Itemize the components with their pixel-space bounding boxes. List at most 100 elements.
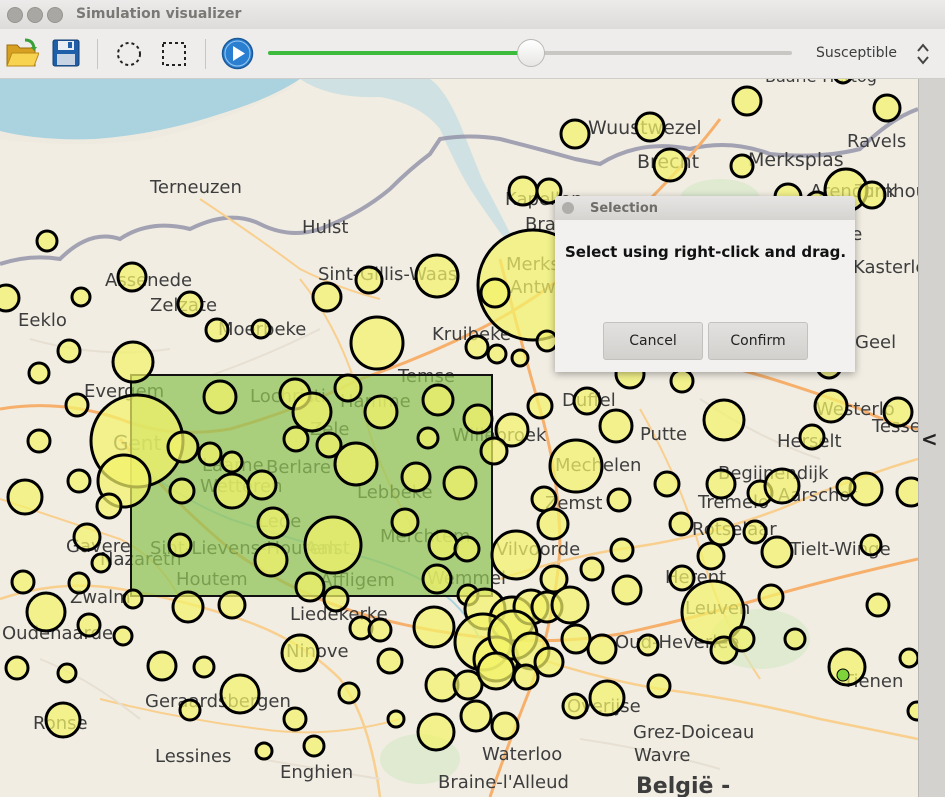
population-circle[interactable] <box>706 517 736 547</box>
confirm-button[interactable]: Confirm <box>708 322 808 360</box>
population-circle[interactable] <box>798 423 826 451</box>
population-circle[interactable] <box>609 537 635 563</box>
population-circle[interactable] <box>490 711 520 741</box>
population-circle[interactable] <box>333 441 379 487</box>
population-circle[interactable] <box>349 315 405 371</box>
population-circle[interactable] <box>530 485 558 513</box>
population-circle[interactable] <box>400 461 432 493</box>
population-circle[interactable] <box>898 647 918 669</box>
state-select[interactable]: Susceptible <box>800 39 938 69</box>
population-circle[interactable] <box>112 625 134 647</box>
population-circle[interactable] <box>598 408 634 444</box>
population-circle[interactable] <box>588 679 626 717</box>
population-circle[interactable] <box>217 590 247 620</box>
population-circle[interactable] <box>282 706 308 732</box>
population-circle[interactable] <box>906 700 918 722</box>
population-circle[interactable] <box>533 646 565 678</box>
population-circle[interactable] <box>280 633 320 673</box>
population-circle[interactable] <box>72 522 102 552</box>
population-circle[interactable] <box>560 623 592 655</box>
population-circle[interactable] <box>220 450 244 474</box>
population-circle[interactable] <box>586 633 618 665</box>
population-circle[interactable] <box>70 286 92 308</box>
population-circle[interactable] <box>253 542 289 578</box>
population-circle[interactable] <box>376 647 404 675</box>
population-circle[interactable] <box>464 334 490 360</box>
population-circle[interactable] <box>192 655 216 679</box>
population-circle[interactable] <box>550 585 590 625</box>
population-circle[interactable] <box>311 281 343 313</box>
population-circle[interactable] <box>728 625 756 653</box>
population-circle[interactable] <box>510 348 530 368</box>
population-circle[interactable] <box>27 361 51 385</box>
population-circle[interactable] <box>254 741 274 761</box>
population-circle[interactable] <box>479 277 511 309</box>
population-circle[interactable] <box>282 425 310 453</box>
population-circle[interactable] <box>526 392 554 420</box>
population-circle[interactable] <box>442 465 478 501</box>
population-circle[interactable] <box>611 574 643 606</box>
population-circle[interactable] <box>702 398 746 442</box>
population-circle[interactable] <box>646 673 672 699</box>
population-circle[interactable] <box>653 470 681 498</box>
population-circle[interactable] <box>333 373 363 403</box>
maximize-window-button[interactable] <box>47 7 63 23</box>
population-circle[interactable] <box>652 147 688 183</box>
population-circle[interactable] <box>668 564 696 592</box>
population-circle[interactable] <box>76 612 102 638</box>
population-circle[interactable] <box>250 318 272 340</box>
population-circle[interactable] <box>536 507 570 541</box>
population-circle[interactable] <box>204 317 230 343</box>
circle-selection-icon[interactable] <box>115 40 143 68</box>
population-circle[interactable] <box>291 391 333 433</box>
population-circle[interactable] <box>90 552 112 574</box>
population-circle[interactable] <box>122 588 144 610</box>
population-circle[interactable] <box>579 556 605 582</box>
population-circle[interactable] <box>479 436 509 466</box>
population-circle[interactable] <box>95 492 123 520</box>
play-icon[interactable] <box>221 37 254 70</box>
population-circle[interactable] <box>705 468 737 500</box>
population-circle[interactable] <box>412 605 456 649</box>
population-circle[interactable] <box>246 469 278 501</box>
population-circle[interactable] <box>490 529 542 581</box>
population-circle[interactable] <box>111 340 155 384</box>
population-circle[interactable] <box>166 430 200 464</box>
cancel-button[interactable]: Cancel <box>603 322 703 360</box>
population-circle[interactable] <box>606 487 632 513</box>
population-circle[interactable] <box>535 329 559 353</box>
time-slider[interactable] <box>268 39 792 67</box>
population-circle[interactable] <box>35 229 59 253</box>
population-circle[interactable] <box>872 93 902 123</box>
population-circle[interactable] <box>294 571 326 603</box>
population-circle[interactable] <box>363 394 399 430</box>
population-circle[interactable] <box>757 583 785 611</box>
population-circle[interactable] <box>56 662 78 684</box>
population-circle[interactable] <box>64 392 90 418</box>
folder-open-icon[interactable] <box>5 36 40 70</box>
population-circle[interactable] <box>171 590 205 624</box>
population-circle[interactable] <box>386 709 406 729</box>
population-circle[interactable] <box>168 477 196 505</box>
population-circle[interactable] <box>337 681 361 705</box>
population-circle[interactable] <box>322 585 350 613</box>
population-circle[interactable] <box>548 438 604 494</box>
population-circle[interactable] <box>462 403 494 435</box>
population-circle[interactable] <box>512 663 540 691</box>
population-circle[interactable] <box>865 592 891 618</box>
population-circle[interactable] <box>202 379 238 415</box>
population-circle[interactable] <box>416 712 456 752</box>
map-view[interactable]: Baarle-HertogWuustwezelBrechtMerksplasRa… <box>0 79 918 797</box>
population-circle[interactable] <box>416 426 440 450</box>
population-circle[interactable] <box>67 571 91 595</box>
expand-panel-toggle[interactable]: < <box>921 427 938 451</box>
population-circle[interactable] <box>561 692 589 720</box>
population-circle[interactable] <box>421 563 453 595</box>
population-circle[interactable] <box>303 515 363 575</box>
population-circle[interactable] <box>895 476 918 508</box>
population-circle[interactable] <box>4 655 30 681</box>
population-circle[interactable] <box>414 253 460 299</box>
population-circle[interactable] <box>26 428 52 454</box>
minimize-window-button[interactable] <box>27 7 43 23</box>
population-circle[interactable] <box>486 343 508 365</box>
